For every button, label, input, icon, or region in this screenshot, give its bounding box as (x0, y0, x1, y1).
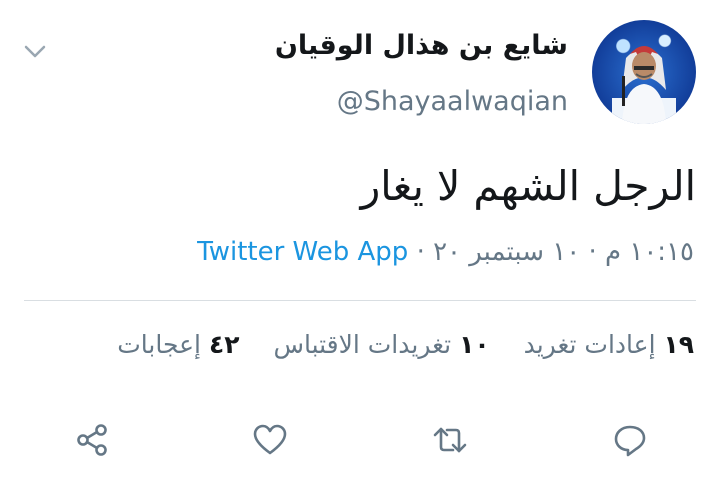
retweets-label: إعادات تغريد (523, 330, 656, 359)
author-handle[interactable]: @Shayaalwaqian (337, 86, 568, 117)
action-bar (0, 418, 720, 462)
tweet-text: الرجل الشهم لا يغار (360, 162, 696, 210)
tweet-time: ١٠:١٥ م (605, 237, 694, 267)
reply-icon (614, 425, 646, 457)
tweet-stats: ١٩ إعادات تغريد ١٠ تغريدات الاقتباس ٤٢ إ… (91, 330, 694, 359)
more-menu-button[interactable] (20, 38, 50, 64)
profile-photo (612, 46, 676, 124)
like-button[interactable] (248, 418, 292, 462)
tweet-meta: ١٠:١٥ م · ١٠ سبتمبر ٢٠ · Twitter Web App (197, 237, 694, 267)
likes-stat[interactable]: ٤٢ إعجابات (117, 330, 239, 359)
divider (24, 300, 696, 301)
retweet-icon (433, 427, 467, 453)
tweet-date[interactable]: ١٠ سبتمبر ٢٠ (433, 237, 580, 267)
retweets-count: ١٩ (663, 330, 694, 359)
retweet-button[interactable] (428, 418, 472, 462)
quotes-count: ١٠ (459, 330, 490, 359)
likes-label: إعجابات (117, 330, 201, 359)
meta-separator: · (588, 237, 597, 267)
share-icon (77, 424, 107, 456)
likes-count: ٤٢ (208, 330, 240, 359)
meta-separator: · (416, 237, 425, 267)
quotes-label: تغريدات الاقتباس (273, 330, 452, 359)
chevron-down-icon (24, 45, 46, 58)
reply-button[interactable] (608, 418, 652, 462)
retweets-stat[interactable]: ١٩ إعادات تغريد (524, 330, 694, 359)
source-app-link[interactable]: Twitter Web App (197, 237, 408, 267)
avatar[interactable] (592, 20, 696, 124)
author-name[interactable]: شايع بن هذال الوقيان (275, 30, 568, 61)
quotes-stat[interactable]: ١٠ تغريدات الاقتباس (273, 330, 489, 359)
heart-icon (253, 424, 287, 455)
share-button[interactable] (70, 418, 114, 462)
